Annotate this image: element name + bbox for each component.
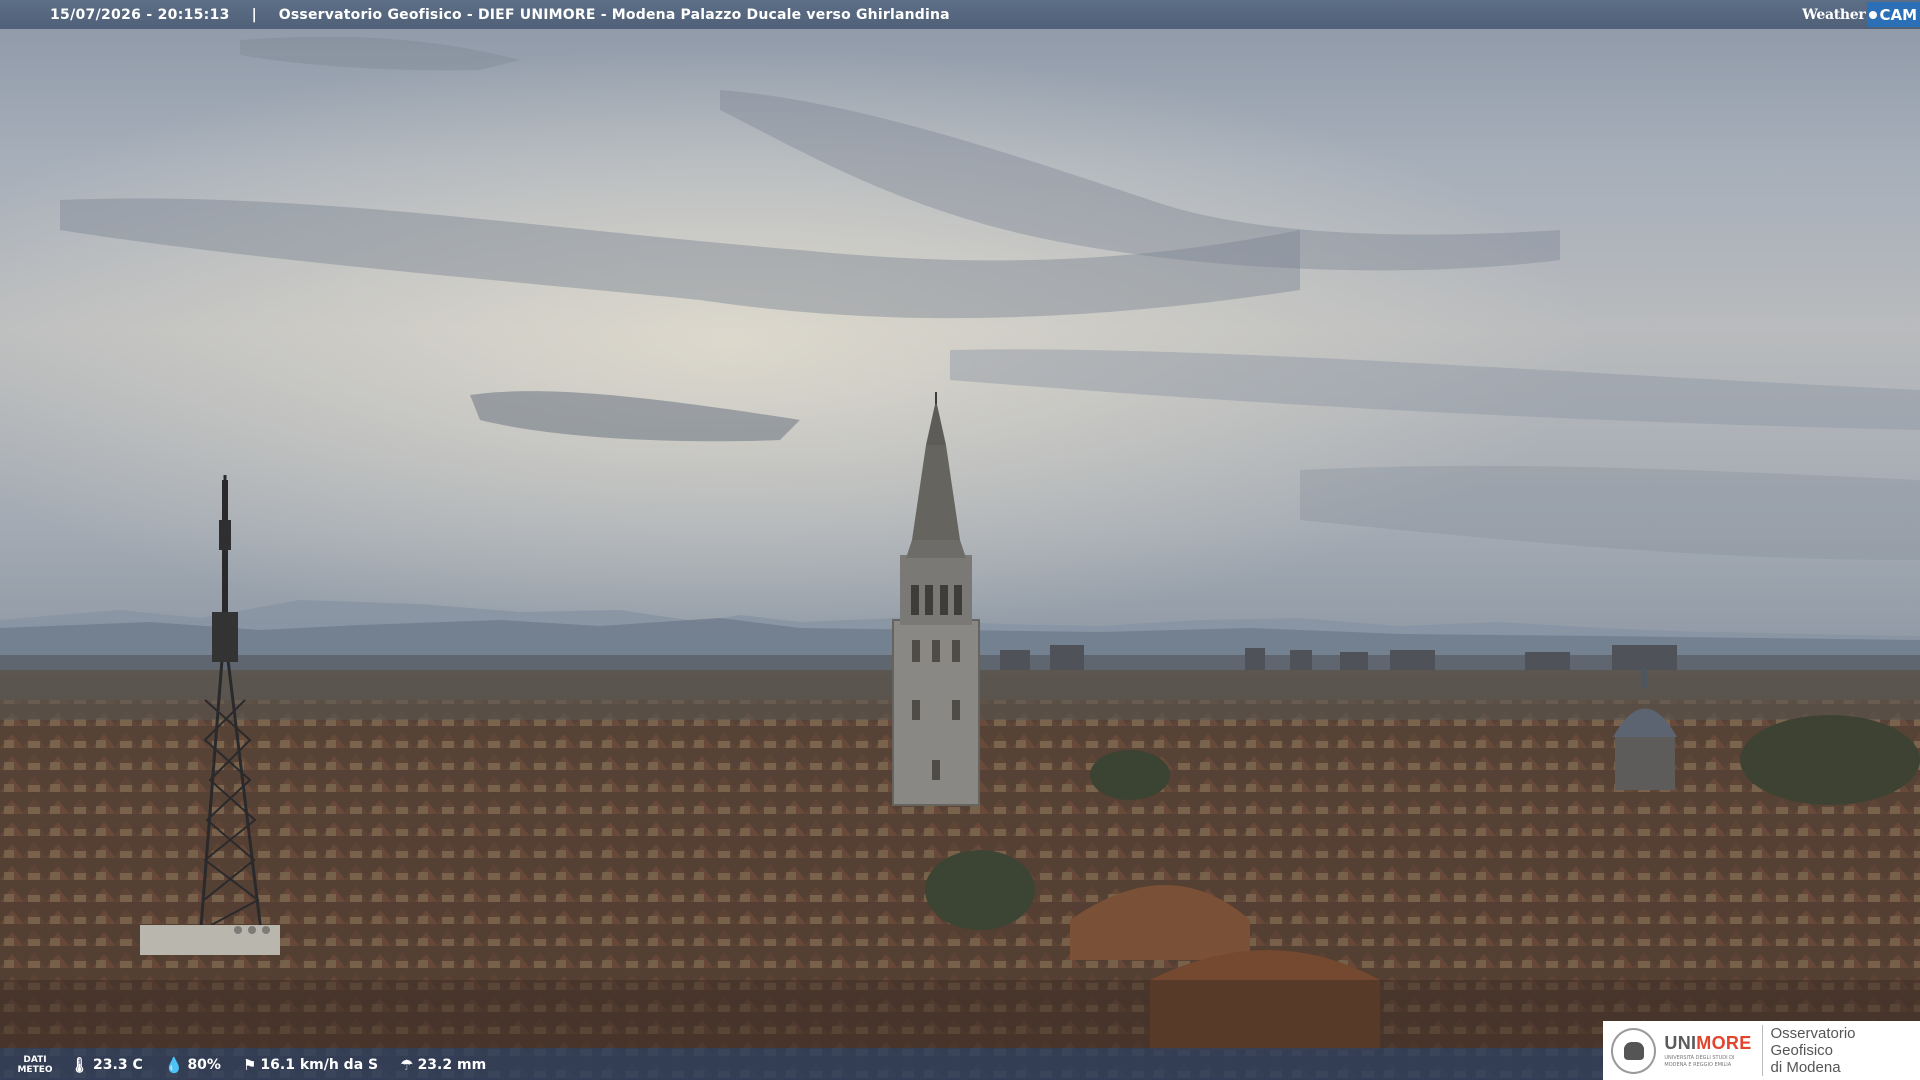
weathercam-word: Weather xyxy=(1802,6,1866,23)
unimore-suffix: MORE xyxy=(1696,1033,1752,1053)
rain-reading: ☂ 23.2 mm xyxy=(400,1056,486,1074)
thermometer-icon: 🌡 xyxy=(70,1055,90,1074)
webcam-header-bar: 15/07/2026 - 20:15:13 | Osservatorio Geo… xyxy=(0,0,1920,29)
wind-value: 16.1 km/h da S xyxy=(260,1056,379,1073)
unimore-prefix: UNI xyxy=(1664,1033,1697,1053)
unimore-subtitle-2: MODENA E REGGIO EMILIA xyxy=(1664,1062,1732,1068)
weathercam-dot-icon xyxy=(1869,10,1878,19)
wind-reading: ⚑ 16.1 km/h da S xyxy=(243,1056,378,1074)
temperature-value: 23.3 C xyxy=(93,1056,143,1073)
webcam-image xyxy=(0,0,1920,1080)
observatory-line2: di Modena xyxy=(1770,1059,1841,1076)
temperature-reading: 🌡 23.3 C xyxy=(70,1056,143,1074)
meteo-label-line1: DATI xyxy=(23,1054,47,1065)
unimore-logo: UNIMORE UNIVERSITÀ DEGLI STUDI DI MODENA… xyxy=(1603,1021,1920,1080)
observatory-line1: Osservatorio Geofisico xyxy=(1770,1025,1856,1059)
header-separator: | xyxy=(251,6,257,23)
wind-icon: ⚑ xyxy=(242,1055,257,1074)
meteo-label: DATI METEO xyxy=(0,1055,70,1075)
timestamp: 15/07/2026 - 20:15:13 xyxy=(50,6,230,23)
unimore-subtitle-1: UNIVERSITÀ DEGLI STUDI DI xyxy=(1664,1055,1735,1061)
unimore-seal-icon xyxy=(1611,1027,1657,1074)
observatory-name: Osservatorio Geofisico di Modena xyxy=(1761,1025,1920,1076)
meteo-readout: DATI METEO 🌡 23.3 C 💧 80% ⚑ 16.1 km/h da… xyxy=(0,1049,508,1080)
unimore-wordmark: UNIMORE UNIVERSITÀ DEGLI STUDI DI MODENA… xyxy=(1664,1033,1751,1068)
rain-icon: ☂ xyxy=(400,1055,414,1074)
weathercam-logo: Weather CAM xyxy=(1802,0,1920,29)
meteo-label-line2: METEO xyxy=(17,1064,53,1075)
webcam-title: Osservatorio Geofisico - DIEF UNIMORE - … xyxy=(278,6,950,23)
weathercam-badge: CAM xyxy=(1867,2,1920,27)
rain-value: 23.2 mm xyxy=(417,1056,487,1073)
humidity-reading: 💧 80% xyxy=(165,1056,221,1074)
webcam-frame: 15/07/2026 - 20:15:13 | Osservatorio Geo… xyxy=(0,0,1920,1080)
humidity-drop-icon: 💧 xyxy=(164,1055,184,1074)
weathercam-cam-text: CAM xyxy=(1879,5,1917,24)
humidity-value: 80% xyxy=(187,1056,221,1073)
